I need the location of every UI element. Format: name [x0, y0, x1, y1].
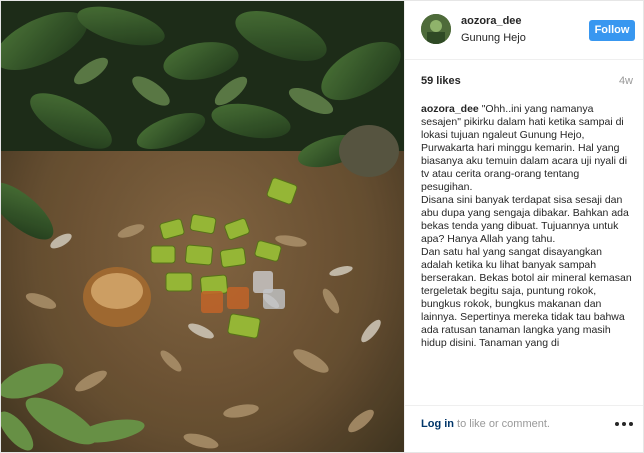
- instagram-post: aozora_dee Gunung Hejo Follow 59 likes 4…: [0, 0, 644, 453]
- login-prompt: Log in to like or comment.: [421, 418, 550, 430]
- more-dot: [629, 422, 633, 426]
- caption-text-block: aozora_dee "Ohh..ini yang namanya sesaje…: [421, 103, 633, 350]
- more-options-icon[interactable]: [615, 422, 633, 428]
- username[interactable]: aozora_dee: [461, 15, 522, 27]
- caption-username[interactable]: aozora_dee: [421, 103, 479, 115]
- login-link[interactable]: Log in: [421, 418, 454, 430]
- more-dot: [622, 422, 626, 426]
- post-header: aozora_dee Gunung Hejo Follow: [405, 1, 643, 60]
- post-age[interactable]: 4w: [619, 75, 633, 87]
- avatar[interactable]: [421, 14, 451, 44]
- follow-button[interactable]: Follow: [589, 20, 635, 41]
- avatar-image: [421, 14, 451, 44]
- post-sidebar: aozora_dee Gunung Hejo Follow 59 likes 4…: [404, 1, 643, 452]
- caption-text: "Ohh..ini yang namanya sesajen" pikirku …: [421, 103, 632, 349]
- post-footer: Log in to like or comment.: [405, 405, 643, 452]
- likes-count[interactable]: 59 likes: [421, 75, 461, 87]
- caption: aozora_dee "Ohh..ini yang namanya sesaje…: [421, 103, 633, 401]
- post-photo[interactable]: [1, 1, 404, 452]
- more-dot: [615, 422, 619, 426]
- location-link[interactable]: Gunung Hejo: [461, 32, 526, 44]
- offering-photo-illustration: [1, 1, 404, 452]
- login-suffix: to like or comment.: [454, 418, 550, 430]
